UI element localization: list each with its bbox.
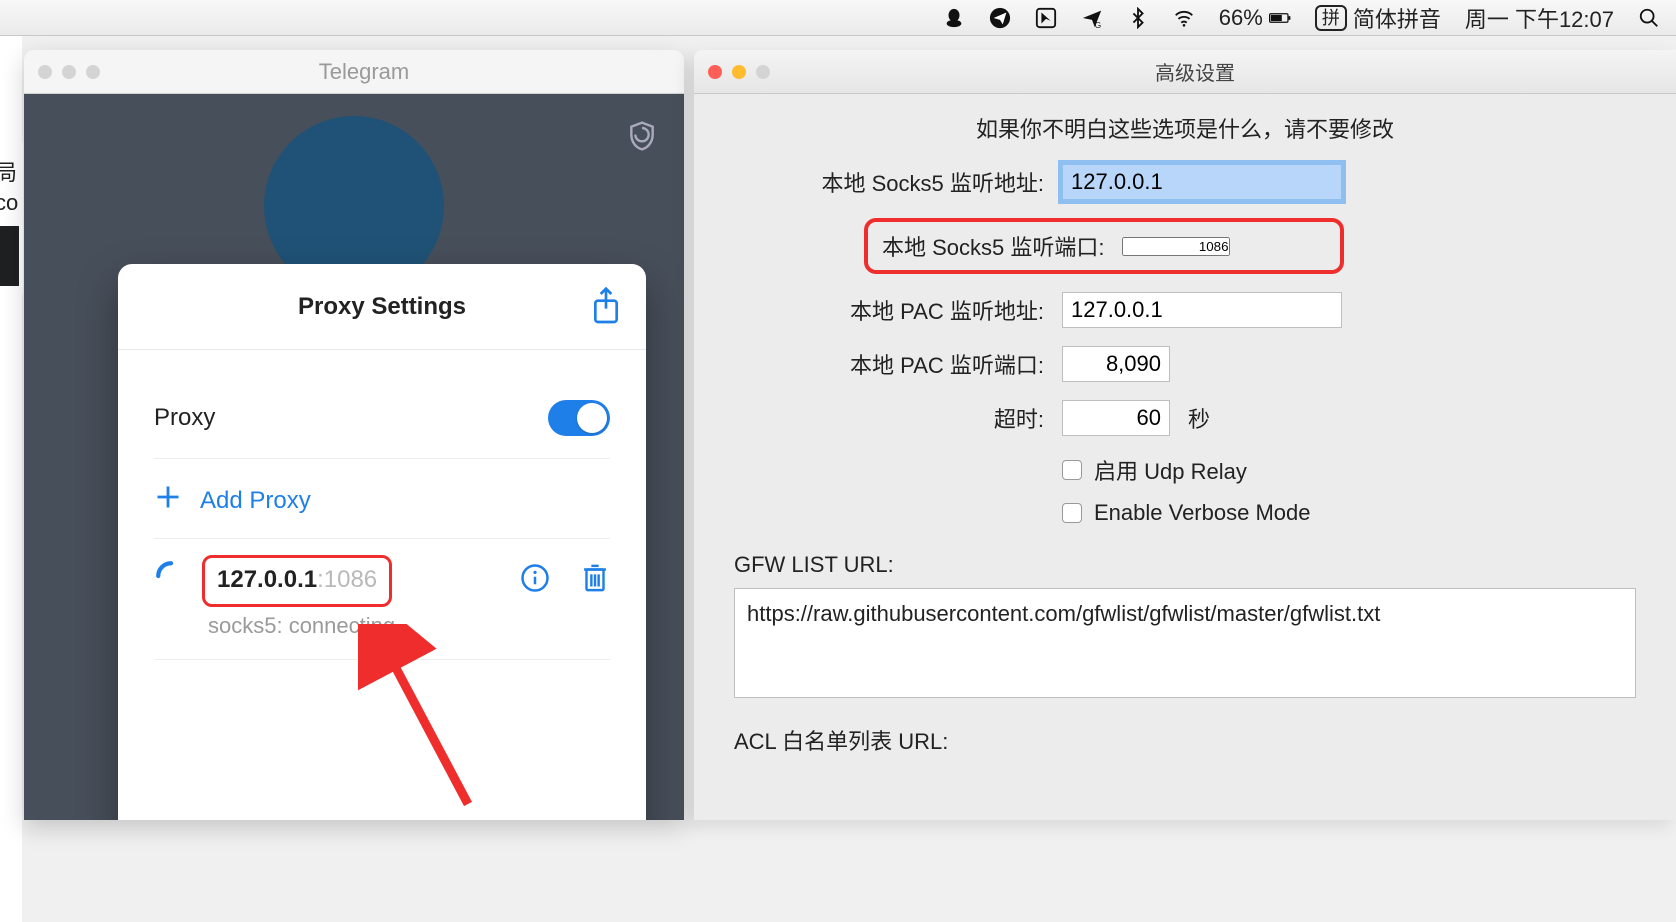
pac-port-label: 本地 PAC 监听端口: — [734, 348, 1044, 380]
share-button[interactable] — [590, 286, 622, 331]
macos-menubar: G 66% 拼 简体拼音 周一 下午12:07 — [0, 0, 1676, 36]
timeout-label: 超时: — [734, 402, 1044, 434]
telegram-window: Telegram Proxy Settings Proxy — [24, 50, 684, 820]
plus-icon — [154, 483, 182, 518]
advanced-warning-text: 如果你不明白这些选项是什么，请不要修改 — [734, 112, 1636, 144]
cursor-box-icon[interactable] — [1035, 7, 1057, 29]
shield-icon[interactable] — [626, 120, 658, 157]
traffic-lights[interactable] — [708, 65, 770, 79]
advanced-body: 如果你不明白这些选项是什么，请不要修改 本地 Socks5 监听地址: 本地 S… — [694, 94, 1676, 756]
verbose-mode-row[interactable]: Enable Verbose Mode — [1062, 500, 1636, 526]
add-proxy-row[interactable]: Add Proxy — [154, 459, 610, 539]
battery-percent-text: 66% — [1219, 5, 1263, 31]
socks5-port-input[interactable] — [1122, 237, 1230, 256]
socks5-address-row: 本地 Socks5 监听地址: — [734, 164, 1636, 200]
pac-address-row: 本地 PAC 监听地址: — [734, 292, 1636, 328]
sheet-content: Proxy Add Proxy 127.0.0.1:1086 — [118, 350, 646, 660]
add-proxy-label: Add Proxy — [200, 487, 311, 515]
input-method-indicator[interactable]: 拼 简体拼音 — [1315, 2, 1441, 34]
proxy-status: socks5: connecting — [208, 613, 506, 639]
telegram-menubar-icon[interactable] — [989, 7, 1011, 29]
proxy-settings-sheet: Proxy Settings Proxy Add Proxy — [118, 264, 646, 820]
advanced-titlebar[interactable]: 高级设置 — [694, 50, 1676, 94]
ime-badge: 拼 — [1315, 5, 1347, 31]
proxy-entry-actions — [520, 561, 610, 600]
traffic-lights[interactable] — [38, 65, 100, 79]
sheet-title: Proxy Settings — [298, 293, 466, 321]
svg-text:G: G — [1095, 21, 1101, 29]
telegram-body: Proxy Settings Proxy Add Proxy — [24, 94, 684, 820]
sheet-header: Proxy Settings — [118, 264, 646, 350]
spotlight-icon[interactable] — [1638, 7, 1660, 29]
pac-address-label: 本地 PAC 监听地址: — [734, 294, 1044, 326]
sliver-text-2: co — [0, 188, 19, 218]
sliver-text-1: 局 — [0, 158, 19, 188]
annotation-highlight-ip: 127.0.0.1:1086 — [202, 555, 392, 607]
socks5-address-input[interactable] — [1062, 164, 1342, 200]
timeout-unit: 秒 — [1188, 402, 1210, 434]
menubar-datetime: 周一 下午12:07 — [1465, 2, 1614, 34]
udp-relay-label: 启用 Udp Relay — [1094, 454, 1247, 486]
wifi-icon[interactable] — [1173, 7, 1195, 29]
battery-status[interactable]: 66% — [1219, 5, 1291, 31]
telegram-titlebar[interactable]: Telegram — [24, 50, 684, 94]
proxy-ip: 127.0.0.1 — [217, 566, 317, 593]
checkbox-icon[interactable] — [1062, 460, 1082, 480]
proxy-entry-row[interactable]: 127.0.0.1:1086 socks5: connecting — [154, 539, 610, 660]
socks5-address-label: 本地 Socks5 监听地址: — [734, 166, 1044, 198]
advanced-settings-window: 高级设置 如果你不明白这些选项是什么，请不要修改 本地 Socks5 监听地址:… — [694, 50, 1676, 820]
bluetooth-icon[interactable] — [1127, 7, 1149, 29]
checkbox-icon[interactable] — [1062, 503, 1082, 523]
timeout-row: 超时: 秒 — [734, 400, 1636, 436]
proxy-label: Proxy — [154, 404, 215, 432]
proxy-port: :1086 — [317, 566, 377, 593]
background-app-sliver: 局 co — [0, 140, 23, 296]
sliver-dark-block — [0, 226, 19, 286]
qq-icon[interactable] — [943, 7, 965, 29]
gfw-url-label: GFW LIST URL: — [734, 552, 1636, 578]
socks5-port-label: 本地 Socks5 监听端口: — [882, 230, 1104, 262]
pac-port-row: 本地 PAC 监听端口: — [734, 346, 1636, 382]
verbose-mode-label: Enable Verbose Mode — [1094, 500, 1311, 526]
gfw-url-textarea[interactable] — [734, 588, 1636, 698]
proxy-toggle-row: Proxy — [154, 378, 610, 459]
timeout-input[interactable] — [1062, 400, 1170, 436]
paper-plane-icon[interactable]: G — [1081, 7, 1103, 29]
annotation-highlight-port: 本地 Socks5 监听端口: — [864, 218, 1344, 274]
proxy-toggle[interactable] — [548, 400, 610, 436]
pac-address-input[interactable] — [1062, 292, 1342, 328]
advanced-window-title: 高级设置 — [770, 57, 1620, 86]
loading-spinner-icon — [154, 559, 188, 593]
ime-name: 简体拼音 — [1353, 2, 1441, 34]
acl-url-label: ACL 白名单列表 URL: — [734, 724, 1636, 756]
udp-relay-row[interactable]: 启用 Udp Relay — [1062, 454, 1636, 486]
proxy-entry-text: 127.0.0.1:1086 socks5: connecting — [202, 555, 506, 639]
info-button[interactable] — [520, 561, 550, 600]
pac-port-input[interactable] — [1062, 346, 1170, 382]
telegram-window-title: Telegram — [100, 59, 628, 85]
delete-button[interactable] — [580, 561, 610, 600]
